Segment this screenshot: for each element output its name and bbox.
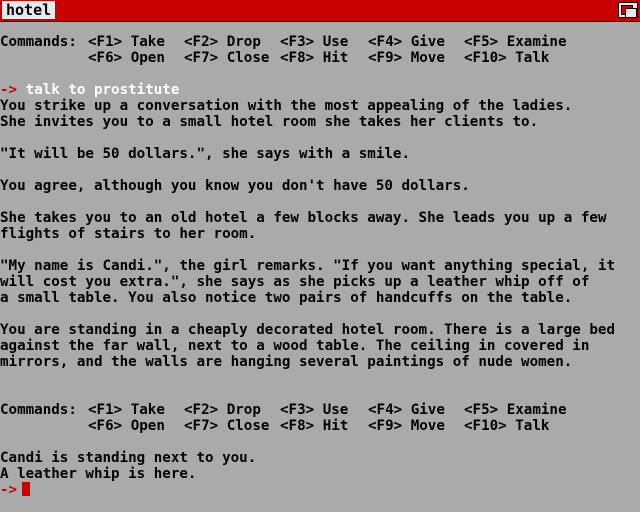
story-line: [0, 162, 640, 178]
command-hit[interactable]: <F8> Hit: [280, 50, 348, 66]
status-line: A leather whip is here.: [0, 466, 197, 482]
last-command-text: talk to prostitute: [25, 82, 180, 98]
status-line: Candi is standing next to you.: [0, 450, 257, 466]
commands-row: Commands: <F1> Take <F2> Drop <F3> Use <…: [0, 402, 640, 418]
text-cursor: [22, 482, 31, 496]
input-line[interactable]: ->: [0, 482, 640, 498]
story-line: [0, 242, 640, 258]
command-close[interactable]: <F7> Close: [184, 50, 269, 66]
command-use[interactable]: <F3> Use: [280, 402, 348, 418]
command-open[interactable]: <F6> Open: [88, 50, 165, 66]
story-line: You are standing in a cheaply decorated …: [0, 322, 615, 338]
story-line: She takes you to an old hotel a few bloc…: [0, 210, 607, 226]
story-line: "My name is Candi.", the girl remarks. "…: [0, 258, 615, 274]
story-line: She invites you to a small hotel room sh…: [0, 114, 539, 130]
window-title-bar[interactable]: hotel: [0, 0, 640, 22]
story-line: [0, 194, 640, 210]
command-give[interactable]: <F4> Give: [368, 402, 445, 418]
command-take[interactable]: <F1> Take: [88, 34, 165, 50]
command-drop[interactable]: <F2> Drop: [184, 34, 261, 50]
commands-label: Commands:: [0, 34, 77, 50]
commands-row: <F6> Open <F7> Close <F8> Hit <F9> Move …: [0, 50, 640, 66]
command-move[interactable]: <F9> Move: [368, 50, 445, 66]
story-line: "It will be 50 dollars.", she says with …: [0, 146, 410, 162]
commands-row: Commands: <F1> Take <F2> Drop <F3> Use <…: [0, 34, 640, 50]
story-line: You strike up a conversation with the mo…: [0, 98, 573, 114]
command-talk[interactable]: <F10> Talk: [464, 418, 549, 434]
command-echo: -> talk to prostitute: [0, 82, 640, 98]
story-line: You agree, although you know you don't h…: [0, 178, 470, 194]
command-drop[interactable]: <F2> Drop: [184, 402, 261, 418]
command-close[interactable]: <F7> Close: [184, 418, 269, 434]
command-talk[interactable]: <F10> Talk: [464, 50, 549, 66]
command-give[interactable]: <F4> Give: [368, 34, 445, 50]
command-examine[interactable]: <F5> Examine: [464, 402, 567, 418]
window-title: hotel: [2, 1, 56, 19]
story-line: [0, 130, 640, 146]
command-take[interactable]: <F1> Take: [88, 402, 165, 418]
story-line: will cost you extra.", she says as she p…: [0, 274, 590, 290]
story-line: mirrors, and the walls are hanging sever…: [0, 354, 573, 370]
window-depth-icon[interactable]: [618, 2, 638, 18]
game-console[interactable]: Commands: <F1> Take <F2> Drop <F3> Use <…: [0, 34, 640, 504]
story-line: against the far wall, next to a wood tab…: [0, 338, 590, 354]
prompt-arrow: ->: [0, 482, 18, 498]
story-line: a small table. You also notice two pairs…: [0, 290, 573, 306]
command-use[interactable]: <F3> Use: [280, 34, 348, 50]
command-hit[interactable]: <F8> Hit: [280, 418, 348, 434]
commands-row: <F6> Open <F7> Close <F8> Hit <F9> Move …: [0, 418, 640, 434]
commands-label: Commands:: [0, 402, 77, 418]
story-line: [0, 306, 640, 322]
command-examine[interactable]: <F5> Examine: [464, 34, 567, 50]
command-open[interactable]: <F6> Open: [88, 418, 165, 434]
story-line: flights of stairs to her room.: [0, 226, 257, 242]
prompt-arrow: ->: [0, 82, 18, 98]
command-move[interactable]: <F9> Move: [368, 418, 445, 434]
